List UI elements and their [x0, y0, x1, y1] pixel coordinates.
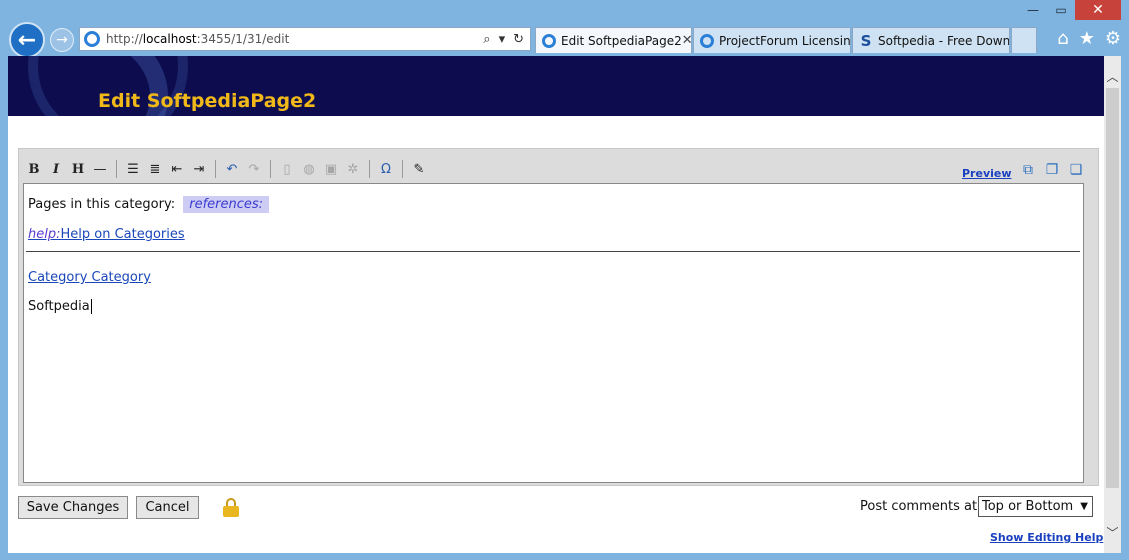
dropdown-icon[interactable]: ▾ — [499, 32, 506, 47]
new-window-icon[interactable]: ❐ — [1043, 161, 1061, 179]
page-icon[interactable]: ▯ — [278, 160, 296, 178]
tab-edit-softpediapage2[interactable]: Edit SoftpediaPage2 ✕ — [535, 27, 692, 53]
address-prefix: http:// — [106, 32, 143, 46]
ie-icon — [542, 33, 556, 48]
forward-arrow-icon: → — [56, 32, 68, 48]
references-chip[interactable]: references: — [183, 196, 270, 213]
numbered-list-icon[interactable]: ≣ — [146, 160, 164, 178]
tab-label: ProjectForum Licensin... — [719, 33, 851, 48]
page-content: Edit SoftpediaPage2 B I H — ☰ ≣ ⇤ ⇥ ↶ ↷ … — [8, 56, 1104, 553]
category-category-link[interactable]: Category Category — [28, 270, 151, 285]
horizontal-rule-button[interactable]: — — [91, 160, 109, 178]
softpedia-icon: S — [860, 31, 872, 50]
forward-button[interactable]: → — [50, 28, 74, 52]
image-icon[interactable]: ▣ — [322, 160, 340, 178]
tab-label: Edit SoftpediaPage2 — [561, 33, 682, 48]
minimize-button[interactable]: — — [1019, 0, 1047, 20]
bullet-list-icon[interactable]: ☰ — [124, 160, 142, 178]
divider — [26, 251, 1080, 252]
vertical-scrollbar[interactable]: ︿ ﹀ — [1104, 56, 1121, 553]
post-comments-value: Top or Bottom — [982, 499, 1074, 514]
toolbar-separator — [270, 160, 271, 178]
window-controls: — ▭ ✕ — [1019, 0, 1121, 22]
help-prefix: help: — [28, 227, 61, 242]
preview-link[interactable]: Preview — [962, 167, 1012, 180]
help-line: help:Help on Categories — [28, 227, 185, 242]
show-editing-help-link[interactable]: Show Editing Help — [990, 531, 1103, 544]
toolbar-separator — [402, 160, 403, 178]
refresh-icon[interactable]: ↻ — [513, 32, 524, 47]
edit-source-icon[interactable]: ✎ — [410, 160, 428, 178]
ie-icon — [84, 31, 100, 47]
table-icon[interactable]: ✲ — [344, 160, 362, 178]
ie-icon — [700, 33, 714, 48]
browser-tools: ⌂ ★ ⚙ — [1057, 28, 1121, 49]
body-text-line: Softpedia — [28, 299, 92, 314]
page-banner: Edit SoftpediaPage2 — [8, 56, 1104, 116]
maximize-button[interactable]: ▭ — [1047, 0, 1075, 20]
settings-icon[interactable]: ⚙ — [1105, 28, 1121, 49]
tab-label: Softpedia - Free Downl... — [878, 33, 1010, 48]
special-character-icon[interactable]: Ω — [377, 160, 395, 178]
scroll-thumb[interactable] — [1106, 88, 1119, 488]
editor-toolbar: B I H — ☰ ≣ ⇤ ⇥ ↶ ↷ ▯ ◍ ▣ ✲ Ω ✎ — [25, 159, 428, 179]
browser-window: — ▭ ✕ ← → http://localhost:3455/1/31/edi… — [0, 0, 1129, 560]
tab-softpedia[interactable]: S Softpedia - Free Downl... — [852, 27, 1010, 53]
heading-button[interactable]: H — [69, 160, 87, 178]
address-host: localhost — [142, 32, 197, 46]
category-line: Pages in this category: references: — [28, 196, 270, 213]
address-bar[interactable]: http://localhost:3455/1/31/edit ⌕ ▾ ↻ — [79, 27, 531, 51]
editor-view-tools: ⧉ ❐ ❏ — [1019, 161, 1085, 179]
scroll-up-icon[interactable]: ︿ — [1104, 68, 1121, 85]
back-arrow-icon: ← — [17, 27, 37, 53]
toolbar-separator — [215, 160, 216, 178]
italic-button[interactable]: I — [47, 160, 65, 178]
post-comments-label: Post comments at: — [860, 499, 982, 514]
home-icon[interactable]: ⌂ — [1057, 28, 1068, 49]
post-comments-select[interactable]: Top or Bottom ▼ — [978, 496, 1093, 517]
tab-close-icon[interactable]: ✕ — [682, 33, 691, 48]
search-icon[interactable]: ⌕ — [483, 32, 490, 47]
tab-projectforum[interactable]: ProjectForum Licensin... — [693, 27, 851, 53]
help-categories-link[interactable]: help:Help on Categories — [28, 227, 185, 242]
back-button[interactable]: ← — [9, 22, 45, 58]
redo-icon[interactable]: ↷ — [245, 160, 263, 178]
globe-link-icon[interactable]: ◍ — [300, 160, 318, 178]
help-link-text: Help on Categories — [60, 227, 185, 242]
close-button[interactable]: ✕ — [1075, 0, 1121, 20]
view-toggle-icon[interactable]: ⧉ — [1019, 161, 1037, 179]
toolbar-separator — [116, 160, 117, 178]
expand-window-icon[interactable]: ❏ — [1067, 161, 1085, 179]
indent-icon[interactable]: ⇥ — [190, 160, 208, 178]
bold-button[interactable]: B — [25, 160, 43, 178]
new-tab-button[interactable] — [1011, 27, 1037, 53]
editor-content-area[interactable]: Pages in this category: references: help… — [23, 183, 1084, 483]
undo-icon[interactable]: ↶ — [223, 160, 241, 178]
scroll-down-icon[interactable]: ﹀ — [1104, 524, 1121, 541]
category-category-line: Category Category — [28, 270, 151, 285]
category-label: Pages in this category: — [28, 197, 176, 212]
chevron-down-icon: ▼ — [1080, 501, 1088, 512]
address-path: :3455/1/31/edit — [196, 32, 290, 46]
page-title: Edit SoftpediaPage2 — [98, 90, 317, 112]
favorites-icon[interactable]: ★ — [1079, 28, 1095, 49]
navigation-bar: ← → http://localhost:3455/1/31/edit ⌕ ▾ … — [0, 22, 1129, 58]
body-text: Softpedia — [28, 299, 90, 314]
save-changes-button[interactable]: Save Changes — [18, 496, 128, 519]
lock-icon[interactable] — [223, 498, 239, 518]
wysiwyg-editor: B I H — ☰ ≣ ⇤ ⇥ ↶ ↷ ▯ ◍ ▣ ✲ Ω ✎ Preview … — [18, 148, 1099, 486]
text-cursor — [90, 299, 92, 314]
toolbar-separator — [369, 160, 370, 178]
outdent-icon[interactable]: ⇤ — [168, 160, 186, 178]
cancel-button[interactable]: Cancel — [136, 496, 199, 519]
